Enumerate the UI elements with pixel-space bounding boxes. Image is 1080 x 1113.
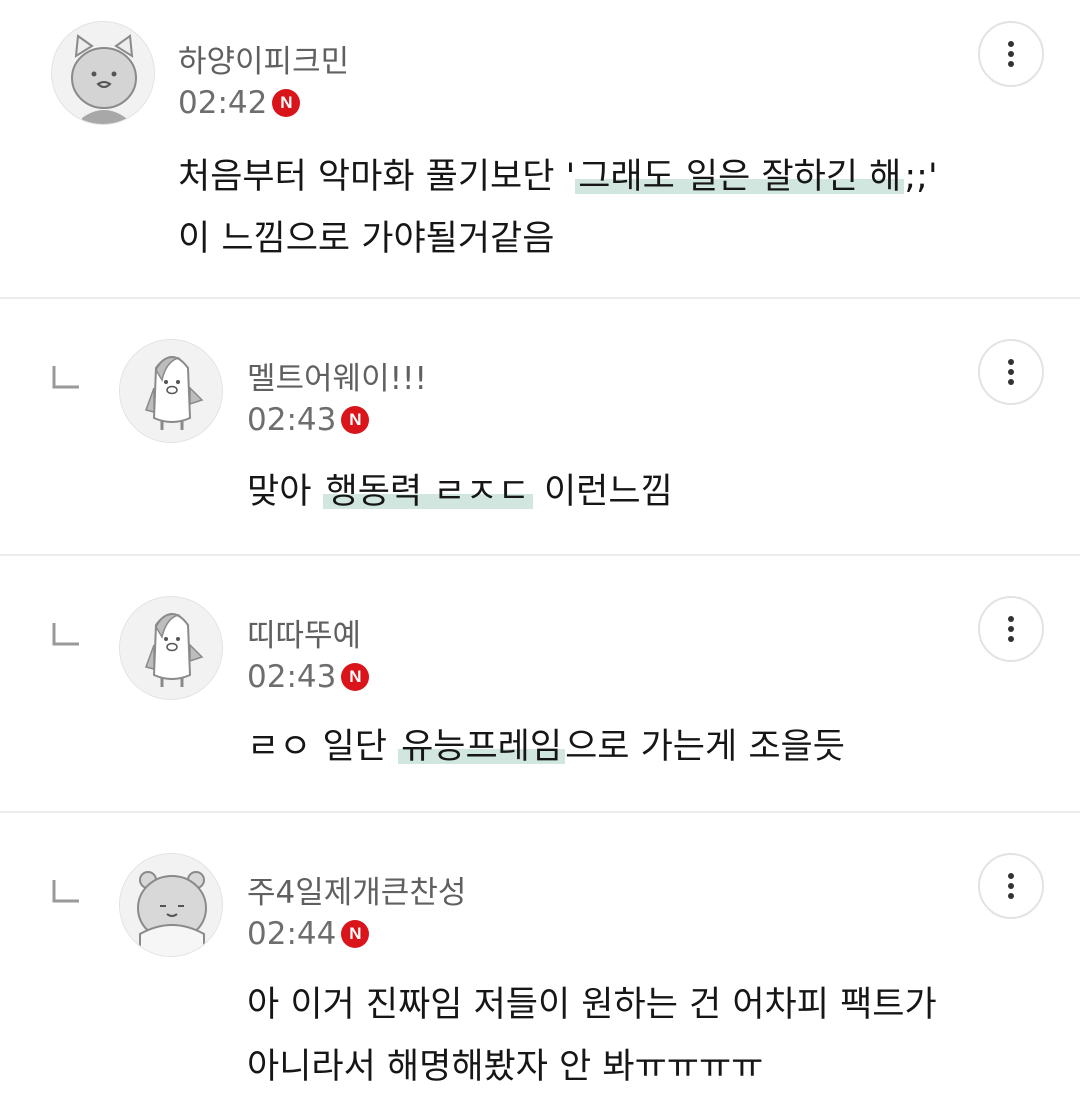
new-badge-icon: N [341, 920, 370, 948]
more-options-button[interactable] [978, 21, 1044, 87]
comment-username[interactable]: 하양이피크민 [178, 36, 349, 81]
comment-username[interactable]: 멜트어웨이!!! [247, 353, 427, 398]
comment-timestamp: 02:43 [247, 402, 337, 438]
penguin-avatar-icon[interactable] [119, 339, 223, 443]
more-vertical-icon [1008, 873, 1014, 899]
highlighted-text: 유능프레임 [398, 727, 566, 767]
reply-comment-item: 주4일제개큰찬성 02:44 N 아 이거 진짜임 저들이 원하는 건 어차피 … [0, 813, 1080, 1113]
penguin-avatar-icon[interactable] [119, 596, 223, 700]
new-badge-icon: N [341, 406, 370, 434]
highlighted-text: 행동력 ㄹㅈㄷ [322, 472, 533, 512]
comment-line: 아 이거 진짜임 저들이 원하는 건 어차피 팩트가 [247, 985, 937, 1025]
comment-line: 처음부터 악마화 풀기보단 '그래도 일은 잘하긴 해;;' [178, 157, 938, 197]
comment-line: ㄹㅇ 일단 유능프레임으로 가는게 조을듯 [247, 727, 845, 767]
comment-username[interactable]: 주4일제개큰찬성 [247, 867, 466, 912]
reply-arrow-icon [51, 364, 81, 390]
comment-line: 아니라서 해명해봤자 안 봐ㅠㅠㅠㅠ [247, 1047, 764, 1087]
new-badge-icon: N [341, 663, 370, 691]
more-options-button[interactable] [978, 339, 1044, 405]
comment-item: 하양이피크민 02:42 N 처음부터 악마화 풀기보단 '그래도 일은 잘하긴… [0, 0, 1080, 298]
comment-body: ㄹㅇ 일단 유능프레임으로 가는게 조을듯 [247, 716, 845, 778]
more-vertical-icon [1008, 359, 1014, 385]
reply-arrow-icon [51, 621, 81, 647]
highlighted-text: 그래도 일은 잘하긴 해 [575, 157, 905, 197]
cat-avatar-icon[interactable] [51, 21, 155, 125]
comment-meta: 02:43 N [247, 659, 370, 695]
comment-username[interactable]: 띠따뚜예 [247, 610, 361, 655]
comment-line: 이 느낌으로 가야될거같음 [178, 219, 555, 259]
comment-body: 아 이거 진짜임 저들이 원하는 건 어차피 팩트가 아니라서 해명해봤자 안 … [247, 974, 937, 1098]
comment-meta: 02:42 N [178, 85, 301, 121]
comment-meta: 02:44 N [247, 916, 370, 952]
comment-body: 맞아 행동력 ㄹㅈㄷ 이런느낌 [247, 461, 673, 523]
comment-body: 처음부터 악마화 풀기보단 '그래도 일은 잘하긴 해;;' 이 느낌으로 가야… [178, 146, 938, 270]
comment-line: 맞아 행동력 ㄹㅈㄷ 이런느낌 [247, 472, 673, 512]
comment-meta: 02:43 N [247, 402, 370, 438]
comment-timestamp: 02:44 [247, 916, 337, 952]
comment-timestamp: 02:42 [178, 85, 268, 121]
reply-comment-item: 띠따뚜예 02:43 N ㄹㅇ 일단 유능프레임으로 가는게 조을듯 [0, 556, 1080, 812]
reply-arrow-icon [51, 878, 81, 904]
more-options-button[interactable] [978, 853, 1044, 919]
more-options-button[interactable] [978, 596, 1044, 662]
reply-comment-item: 멜트어웨이!!! 02:43 N 맞아 행동력 ㄹㅈㄷ 이런느낌 [0, 299, 1080, 555]
comment-timestamp: 02:43 [247, 659, 337, 695]
more-vertical-icon [1008, 616, 1014, 642]
more-vertical-icon [1008, 41, 1014, 67]
hamster-avatar-icon[interactable] [119, 853, 223, 957]
new-badge-icon: N [272, 89, 301, 117]
